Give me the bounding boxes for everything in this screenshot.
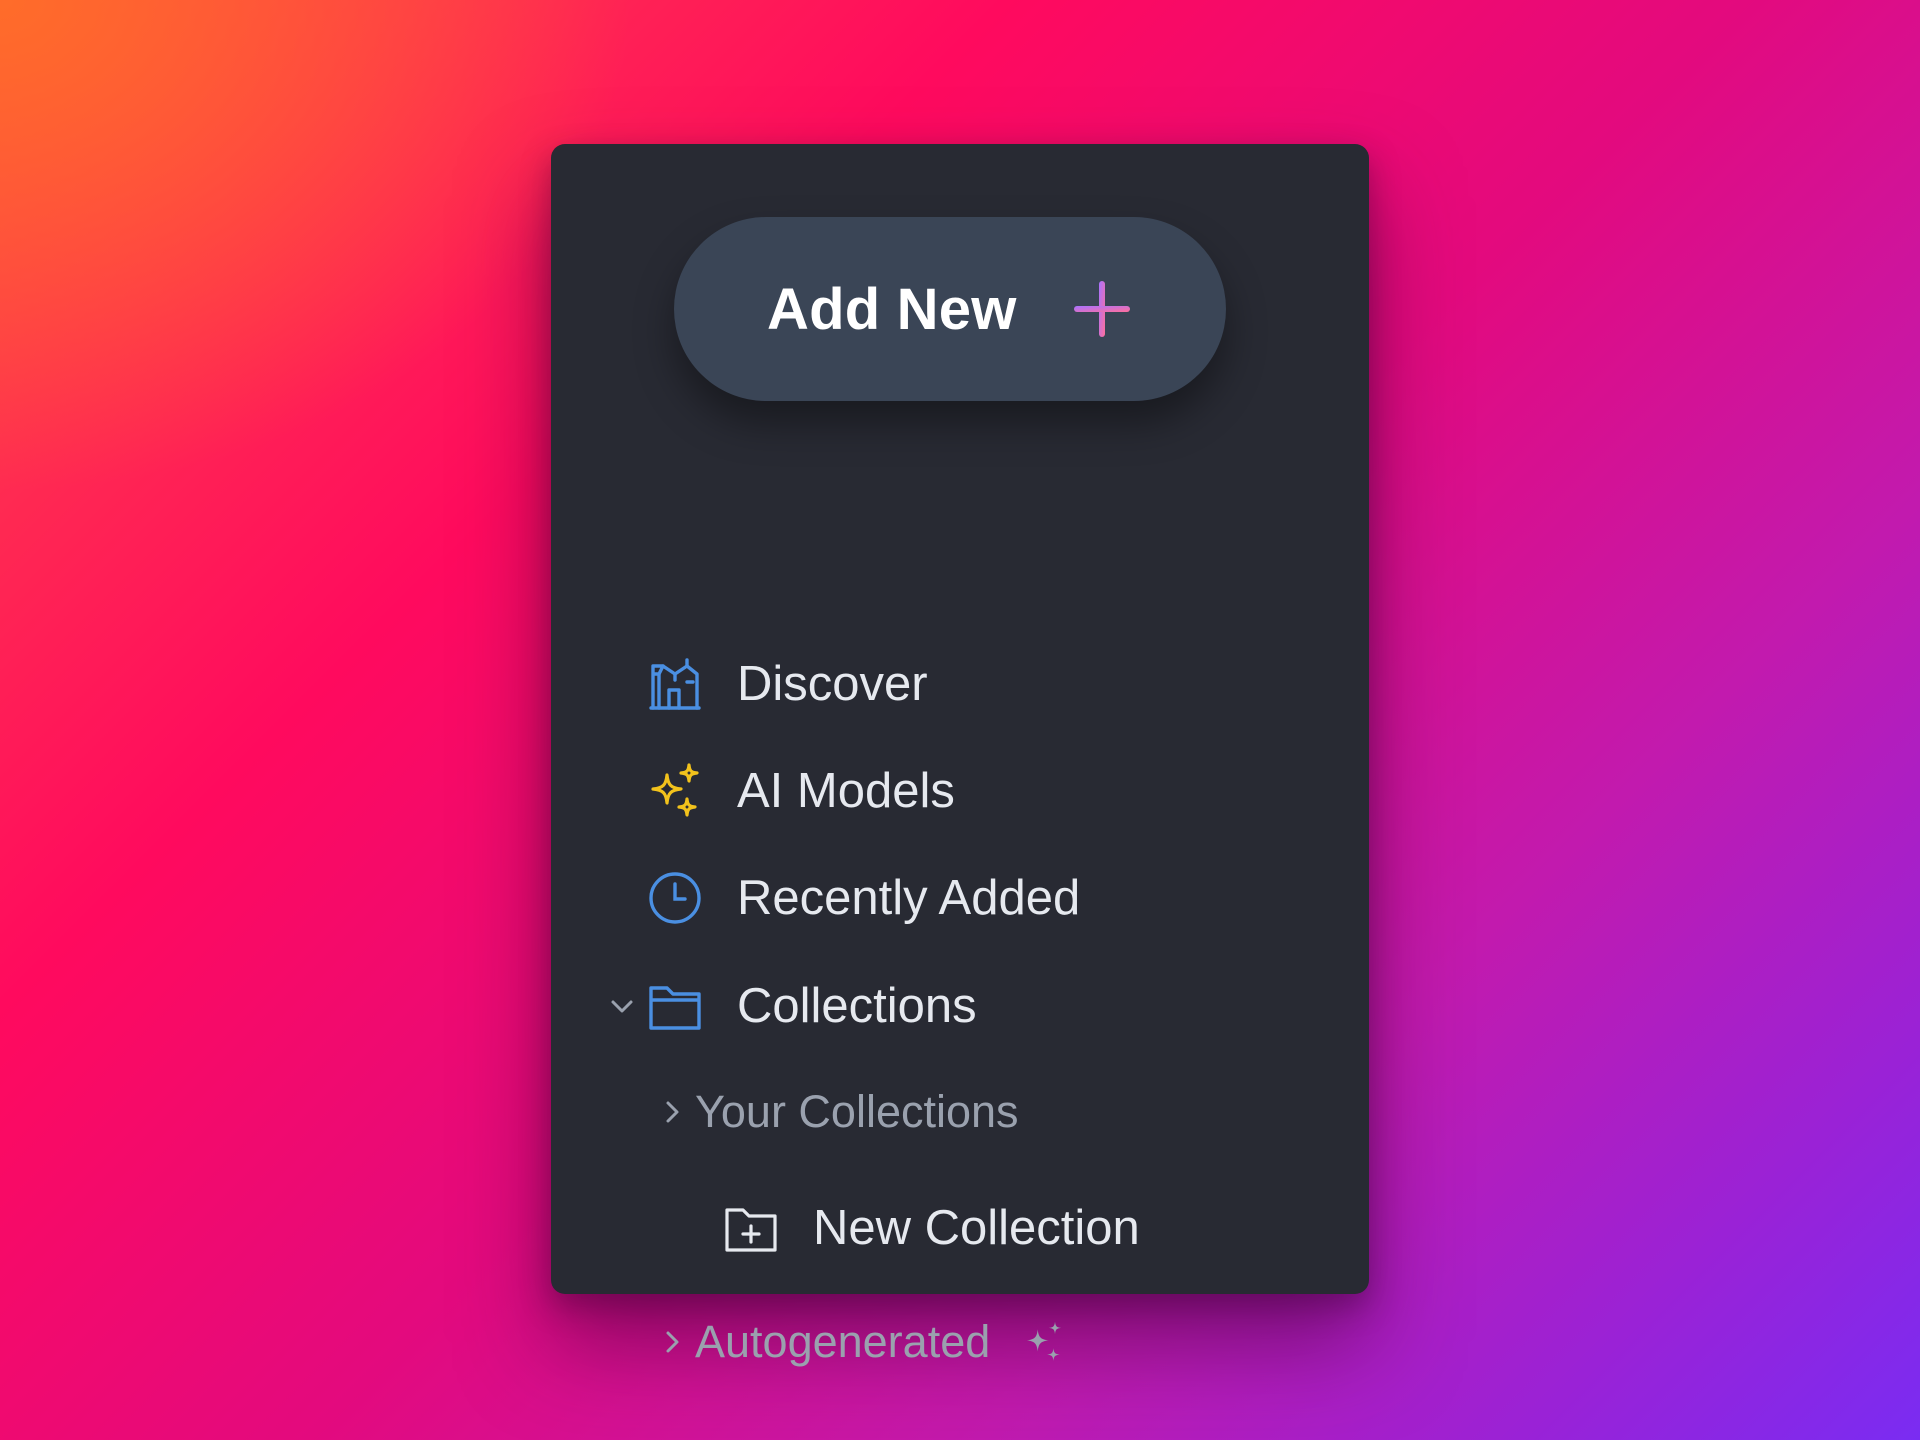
sidebar-item-label: Recently Added (737, 871, 1081, 925)
plus-icon (1074, 281, 1130, 337)
folder-icon (649, 986, 701, 1030)
sidebar-item-label: Discover (737, 657, 928, 711)
sparkles-icon (1026, 1321, 1062, 1361)
add-new-label: Add New (767, 276, 1017, 342)
sidebar-item-ai-models[interactable]: AI Models (647, 763, 955, 819)
sidebar-item-label: AI Models (737, 764, 955, 818)
autogenerated-label: Autogenerated (695, 1316, 991, 1367)
add-new-button[interactable]: Add New (674, 217, 1226, 401)
sparkles-icon (651, 763, 699, 817)
chevron-right-icon (666, 1101, 679, 1123)
sidebar-item-collections[interactable]: Collections (647, 978, 977, 1034)
collections-autogenerated[interactable]: Autogenerated (657, 1316, 1066, 1368)
chevron-down-icon[interactable] (607, 992, 637, 1022)
new-collection-label: New Collection (813, 1201, 1140, 1255)
folder-plus-icon (725, 1208, 777, 1252)
sidebar-panel: Add New Discover AI Models Recently Adde… (551, 144, 1369, 1367)
sidebar-item-recently-added[interactable]: Recently Added (647, 870, 1080, 926)
collections-your-collections[interactable]: Your Collections (657, 1086, 1019, 1138)
chevron-right-icon (666, 1331, 679, 1353)
sidebar-item-discover[interactable]: Discover (647, 656, 928, 712)
new-collection-button[interactable]: New Collection (723, 1200, 1140, 1256)
your-collections-label: Your Collections (695, 1086, 1019, 1137)
clock-icon (649, 872, 701, 924)
sidebar-item-label: Collections (737, 979, 977, 1033)
storefront-icon (649, 658, 701, 710)
